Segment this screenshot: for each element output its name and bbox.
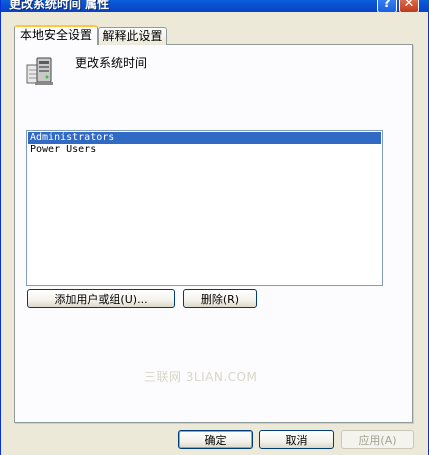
- policy-name: 更改系统时间: [75, 56, 148, 70]
- window-title: 更改系统时间 属性: [9, 0, 110, 11]
- add-user-or-group-button[interactable]: 添加用户或组(U)...: [27, 289, 175, 308]
- properties-dialog: 更改系统时间 属性 ? ✕ 本地安全设置 解释此设置 更改系统时间 Admini…: [0, 0, 429, 455]
- ok-button[interactable]: 确定: [178, 430, 253, 449]
- tab-panel: 更改系统时间 Administrators Power Users 添加用户或组…: [14, 44, 413, 423]
- close-icon: ✕: [403, 0, 415, 11]
- cancel-button[interactable]: 取消: [259, 430, 334, 449]
- list-item[interactable]: Power Users: [28, 144, 381, 156]
- members-listbox[interactable]: Administrators Power Users: [26, 130, 383, 286]
- help-button[interactable]: ?: [377, 0, 397, 12]
- title-bar[interactable]: 更改系统时间 属性 ? ✕: [1, 0, 429, 12]
- remove-button[interactable]: 删除(R): [183, 289, 257, 308]
- close-button[interactable]: ✕: [399, 0, 419, 12]
- server-policy-icon: [26, 57, 53, 85]
- apply-button[interactable]: 应用(A): [341, 430, 414, 449]
- list-item[interactable]: Administrators: [28, 132, 381, 144]
- watermark: 三联网 3LIAN.COM: [144, 370, 258, 384]
- tab-local-security-setting[interactable]: 本地安全设置: [14, 25, 98, 45]
- tab-explain-setting[interactable]: 解释此设置: [98, 27, 167, 45]
